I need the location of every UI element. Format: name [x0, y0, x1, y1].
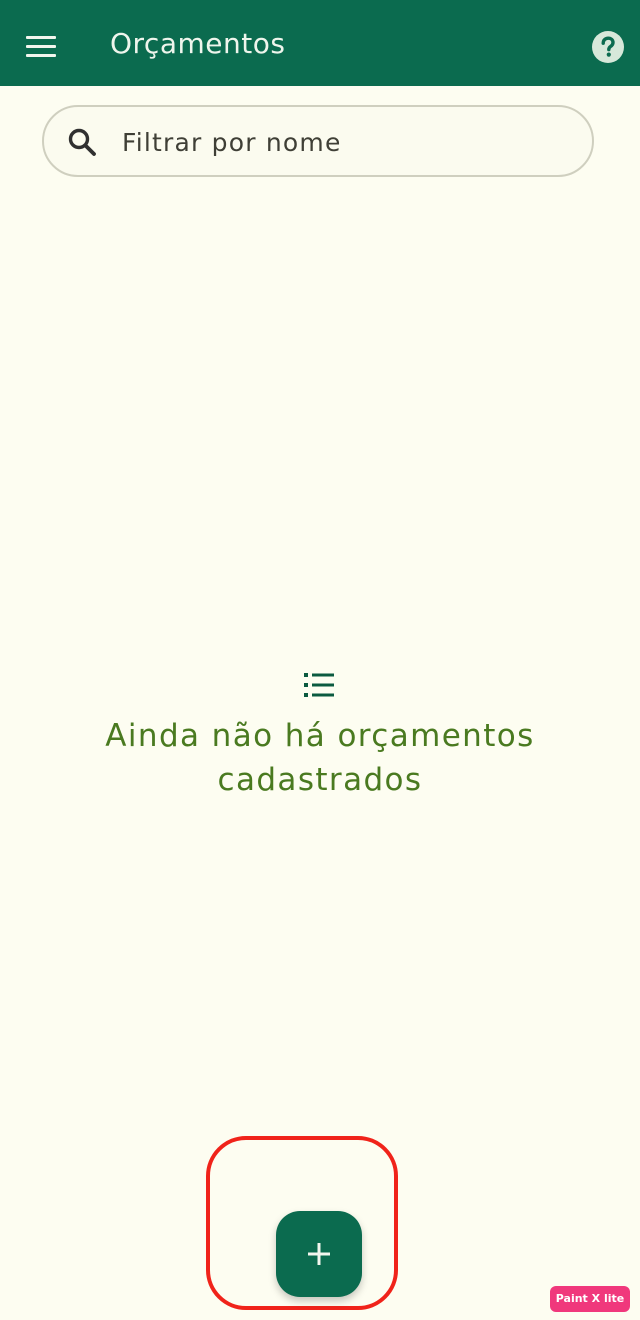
search-bar[interactable]: [42, 105, 594, 177]
page-title: Orçamentos: [110, 27, 286, 60]
search-input[interactable]: [122, 125, 562, 159]
add-budget-button[interactable]: [276, 1211, 362, 1297]
search-icon[interactable]: [66, 126, 98, 158]
list-icon: [302, 670, 336, 700]
menu-icon[interactable]: [26, 36, 56, 58]
empty-state-message: Ainda não há orçamentos cadastrados: [105, 718, 535, 798]
help-circle-icon[interactable]: [592, 31, 624, 63]
watermark-badge: Paint X lite: [550, 1286, 630, 1312]
plus-icon: [307, 1242, 331, 1266]
app-bar: Orçamentos: [0, 0, 640, 86]
